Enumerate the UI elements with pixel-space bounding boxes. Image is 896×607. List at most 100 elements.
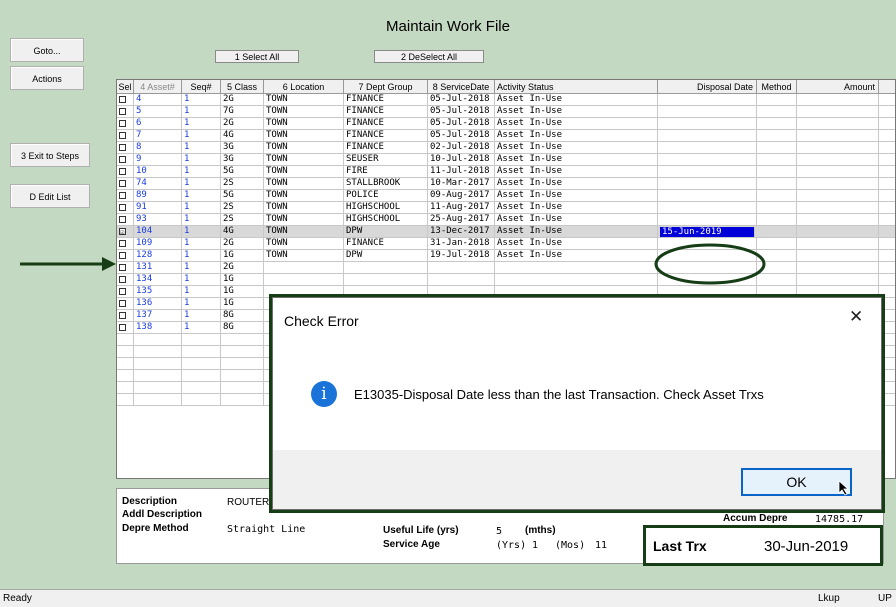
row-checkbox[interactable] (119, 168, 126, 175)
cell-cls[interactable]: 5G (221, 190, 264, 202)
row-select-cell[interactable] (117, 322, 134, 334)
cell-status[interactable]: Asset In-Use (495, 250, 658, 262)
cell-disposal[interactable] (658, 178, 757, 190)
cell-seq[interactable] (182, 394, 221, 406)
cell-disposal[interactable] (658, 106, 757, 118)
cell-date[interactable]: 11-Aug-2017 (428, 202, 495, 214)
cell-method[interactable] (757, 154, 797, 166)
cell-dept[interactable]: FINANCE (344, 130, 428, 142)
cell-seq[interactable] (182, 370, 221, 382)
table-row[interactable]: 131 1 2G (117, 262, 895, 274)
cell-asset[interactable]: 9 (134, 154, 182, 166)
cell-cls[interactable]: 8G (221, 310, 264, 322)
row-checkbox[interactable] (119, 276, 126, 283)
cell-date[interactable]: 05-Jul-2018 (428, 130, 495, 142)
cell-dept[interactable]: FINANCE (344, 142, 428, 154)
table-row[interactable]: 10 1 5G TOWN FIRE 11-Jul-2018 Asset In-Use (117, 166, 895, 178)
row-select-cell[interactable] (117, 94, 134, 106)
header-amount[interactable]: Amount (797, 80, 879, 94)
cell-cls[interactable] (221, 334, 264, 346)
cell-cls[interactable] (221, 382, 264, 394)
cell-seq[interactable] (182, 358, 221, 370)
cell-loc[interactable]: TOWN (264, 238, 344, 250)
cell-dept[interactable]: DPW (344, 250, 428, 262)
table-row[interactable]: 9 1 3G TOWN SEUSER 10-Jul-2018 Asset In-Use (117, 154, 895, 166)
cell-asset[interactable]: 138 (134, 322, 182, 334)
cell-seq[interactable]: 1 (182, 130, 221, 142)
cell-cls[interactable]: 2G (221, 262, 264, 274)
cell-amount[interactable] (797, 262, 879, 274)
row-select-cell[interactable] (117, 106, 134, 118)
cell-disposal[interactable] (658, 154, 757, 166)
cell-status[interactable] (495, 262, 658, 274)
cell-seq[interactable]: 1 (182, 274, 221, 286)
cell-amount[interactable] (797, 226, 879, 238)
cell-disposal[interactable] (658, 130, 757, 142)
cell-date[interactable]: 05-Jul-2018 (428, 118, 495, 130)
cell-dept[interactable]: FINANCE (344, 106, 428, 118)
cell-seq[interactable]: 1 (182, 190, 221, 202)
cell-asset[interactable]: 137 (134, 310, 182, 322)
row-select-cell[interactable] (117, 358, 134, 370)
row-checkbox[interactable] (119, 144, 126, 151)
cell-seq[interactable]: 1 (182, 106, 221, 118)
cell-seq[interactable]: 1 (182, 178, 221, 190)
cell-cls[interactable]: 2S (221, 214, 264, 226)
cell-date[interactable]: 09-Aug-2017 (428, 190, 495, 202)
table-row[interactable]: 5 1 7G TOWN FINANCE 05-Jul-2018 Asset In-Use (117, 106, 895, 118)
cell-status[interactable]: Asset In-Use (495, 226, 658, 238)
row-select-cell[interactable] (117, 250, 134, 262)
table-row[interactable]: 128 1 1G TOWN DPW 19-Jul-2018 Asset In-Use (117, 250, 895, 262)
header-asset[interactable]: 4 Asset# (134, 80, 182, 94)
cell-cls[interactable]: 7G (221, 106, 264, 118)
row-select-cell[interactable] (117, 118, 134, 130)
row-select-cell[interactable] (117, 394, 134, 406)
table-row[interactable]: 4 1 2G TOWN FINANCE 05-Jul-2018 Asset In-Use (117, 94, 895, 106)
cell-loc[interactable]: TOWN (264, 130, 344, 142)
cell-asset[interactable]: 5 (134, 106, 182, 118)
cell-asset[interactable]: 104 (134, 226, 182, 238)
row-checkbox[interactable] (119, 204, 126, 211)
row-checkbox[interactable] (119, 156, 126, 163)
cell-disposal[interactable] (658, 214, 757, 226)
cell-loc[interactable]: TOWN (264, 154, 344, 166)
close-icon[interactable]: ✕ (849, 307, 863, 327)
cell-seq[interactable] (182, 382, 221, 394)
cell-cls[interactable]: 4G (221, 226, 264, 238)
cell-amount[interactable] (797, 166, 879, 178)
cell-loc[interactable]: TOWN (264, 226, 344, 238)
cell-amount[interactable] (797, 118, 879, 130)
cell-dept[interactable]: FINANCE (344, 238, 428, 250)
cell-amount[interactable] (797, 178, 879, 190)
cell-method[interactable] (757, 214, 797, 226)
cell-method[interactable] (757, 142, 797, 154)
table-row[interactable]: 8 1 3G TOWN FINANCE 02-Jul-2018 Asset In-Use (117, 142, 895, 154)
deselect-all-button[interactable]: 2 DeSelect All (374, 50, 484, 63)
cell-amount[interactable] (797, 94, 879, 106)
row-checkbox[interactable] (119, 324, 126, 331)
cell-seq[interactable]: 1 (182, 262, 221, 274)
header-service-date[interactable]: 8 ServiceDate (428, 80, 495, 94)
cell-date[interactable] (428, 262, 495, 274)
cell-method[interactable] (757, 202, 797, 214)
header-disposal-date[interactable]: Disposal Date (658, 80, 757, 94)
row-select-cell[interactable] (117, 334, 134, 346)
row-select-cell[interactable] (117, 298, 134, 310)
row-select-cell[interactable] (117, 130, 134, 142)
cell-asset[interactable]: 89 (134, 190, 182, 202)
cell-seq[interactable]: 1 (182, 214, 221, 226)
cell-loc[interactable]: TOWN (264, 106, 344, 118)
cell-date[interactable]: 11-Jul-2018 (428, 166, 495, 178)
cell-status[interactable]: Asset In-Use (495, 238, 658, 250)
cell-date[interactable]: 31-Jan-2018 (428, 238, 495, 250)
cell-dept[interactable]: FINANCE (344, 94, 428, 106)
cell-cls[interactable] (221, 394, 264, 406)
cell-cls[interactable]: 8G (221, 322, 264, 334)
row-select-cell[interactable] (117, 202, 134, 214)
cell-cls[interactable]: 1G (221, 286, 264, 298)
cell-disposal[interactable] (658, 142, 757, 154)
cell-seq[interactable]: 1 (182, 238, 221, 250)
cell-seq[interactable]: 1 (182, 154, 221, 166)
cell-cls[interactable]: 2G (221, 94, 264, 106)
cell-seq[interactable]: 1 (182, 322, 221, 334)
